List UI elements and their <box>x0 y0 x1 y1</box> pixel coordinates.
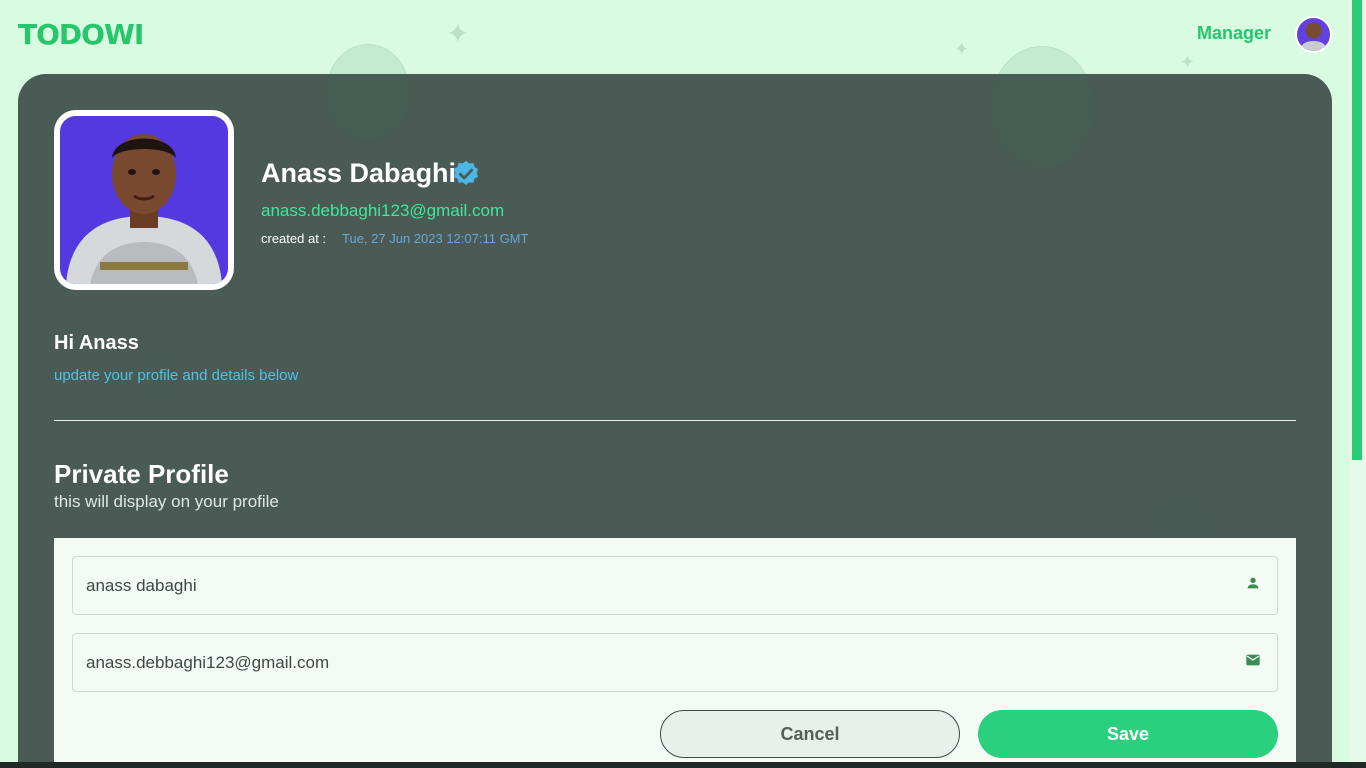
mail-icon <box>1246 654 1260 666</box>
email-field <box>72 633 1278 692</box>
user-email: anass.debbaghi123@gmail.com <box>261 201 505 220</box>
save-button[interactable]: Save <box>978 710 1278 758</box>
section-title: Private Profile <box>54 459 229 489</box>
profile-panel: Anass Dabaghi anass.debbaghi123@gmail.co… <box>18 74 1332 768</box>
profile-photo[interactable] <box>54 110 234 290</box>
verified-badge-icon <box>453 160 479 185</box>
bottom-edge <box>0 762 1366 768</box>
created-at-value: Tue, 27 Jun 2023 12:07:11 GMT <box>342 231 529 246</box>
section-subtitle: this will display on your profile <box>54 492 279 511</box>
greeting-subtitle: update your profile and details below <box>54 367 299 384</box>
decor-bubble <box>326 74 410 140</box>
greeting-title: Hi Anass <box>54 332 139 354</box>
user-avatar[interactable] <box>1295 16 1332 53</box>
person-icon <box>1247 577 1259 589</box>
profile-form: Cancel Save <box>54 538 1296 768</box>
name-input[interactable] <box>86 557 1236 614</box>
user-role-link[interactable]: Manager <box>1197 23 1271 44</box>
top-nav: TODOWI Manager <box>0 0 1350 70</box>
cancel-button[interactable]: Cancel <box>660 710 960 758</box>
scrollbar-thumb[interactable] <box>1352 0 1362 460</box>
created-at-label: created at : <box>261 231 327 246</box>
name-field <box>72 556 1278 615</box>
person-portrait-icon <box>60 116 228 284</box>
user-name: Anass Dabaghi <box>261 158 457 188</box>
app-logo[interactable]: TODOWI <box>18 18 144 51</box>
email-input[interactable] <box>86 634 1236 691</box>
profile-photo-image <box>60 116 228 284</box>
section-divider <box>54 420 1296 421</box>
decor-bubble <box>990 74 1094 168</box>
